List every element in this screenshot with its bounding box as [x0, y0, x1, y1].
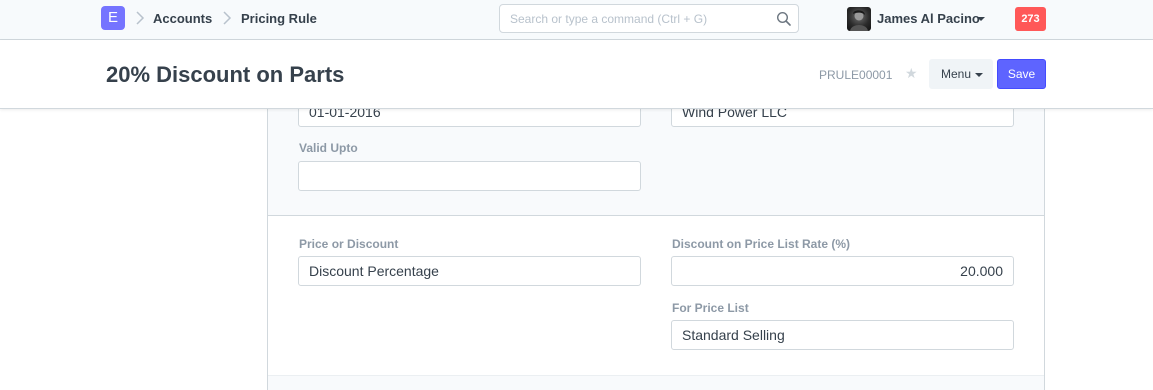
star-icon[interactable]: ★ [905, 65, 918, 81]
breadcrumb-pricing-rule[interactable]: Pricing Rule [241, 11, 317, 27]
for-price-list-label: For Price List [672, 301, 749, 315]
validity-section: Valid Upto [268, 97, 1044, 216]
menu-caret-icon [975, 73, 983, 77]
price-or-discount-label: Price or Discount [299, 237, 399, 251]
save-button[interactable]: Save [997, 59, 1046, 89]
for-price-list-field[interactable] [671, 320, 1014, 350]
menu-button[interactable]: Menu [929, 59, 993, 89]
breadcrumb-chevron-icon [135, 9, 145, 27]
breadcrumb-chevron-icon [222, 9, 232, 27]
app-logo[interactable]: E [101, 6, 125, 30]
page-title: 20% Discount on Parts [106, 62, 345, 87]
form-layout: Valid Upto Price or Discount Discount on… [267, 97, 1045, 390]
search-input[interactable] [500, 5, 760, 32]
user-avatar[interactable] [847, 7, 871, 31]
user-menu-caret-icon[interactable] [977, 17, 985, 21]
search-icon[interactable] [776, 11, 792, 32]
menu-button-label: Menu [941, 67, 972, 81]
notification-badge[interactable]: 273 [1015, 7, 1046, 31]
document-name: PRULE00001 [819, 68, 893, 82]
price-or-discount-select[interactable] [298, 256, 641, 286]
discount-rate-field[interactable] [671, 256, 1014, 286]
page-head: 20% Discount on Parts PRULE00001 ★ Menu … [0, 40, 1153, 109]
valid-upto-field[interactable] [298, 161, 641, 191]
navbar: E Accounts Pricing Rule James Al Pacino … [0, 0, 1153, 40]
discount-rate-label: Discount on Price List Rate (%) [672, 237, 851, 251]
valid-upto-label: Valid Upto [299, 141, 358, 155]
user-menu-name[interactable]: James Al Pacino [877, 11, 980, 27]
price-discount-section: Price or Discount Discount on Price List… [268, 217, 1044, 376]
next-section [268, 376, 1044, 390]
search-box [499, 4, 799, 33]
breadcrumb-accounts[interactable]: Accounts [153, 11, 212, 27]
